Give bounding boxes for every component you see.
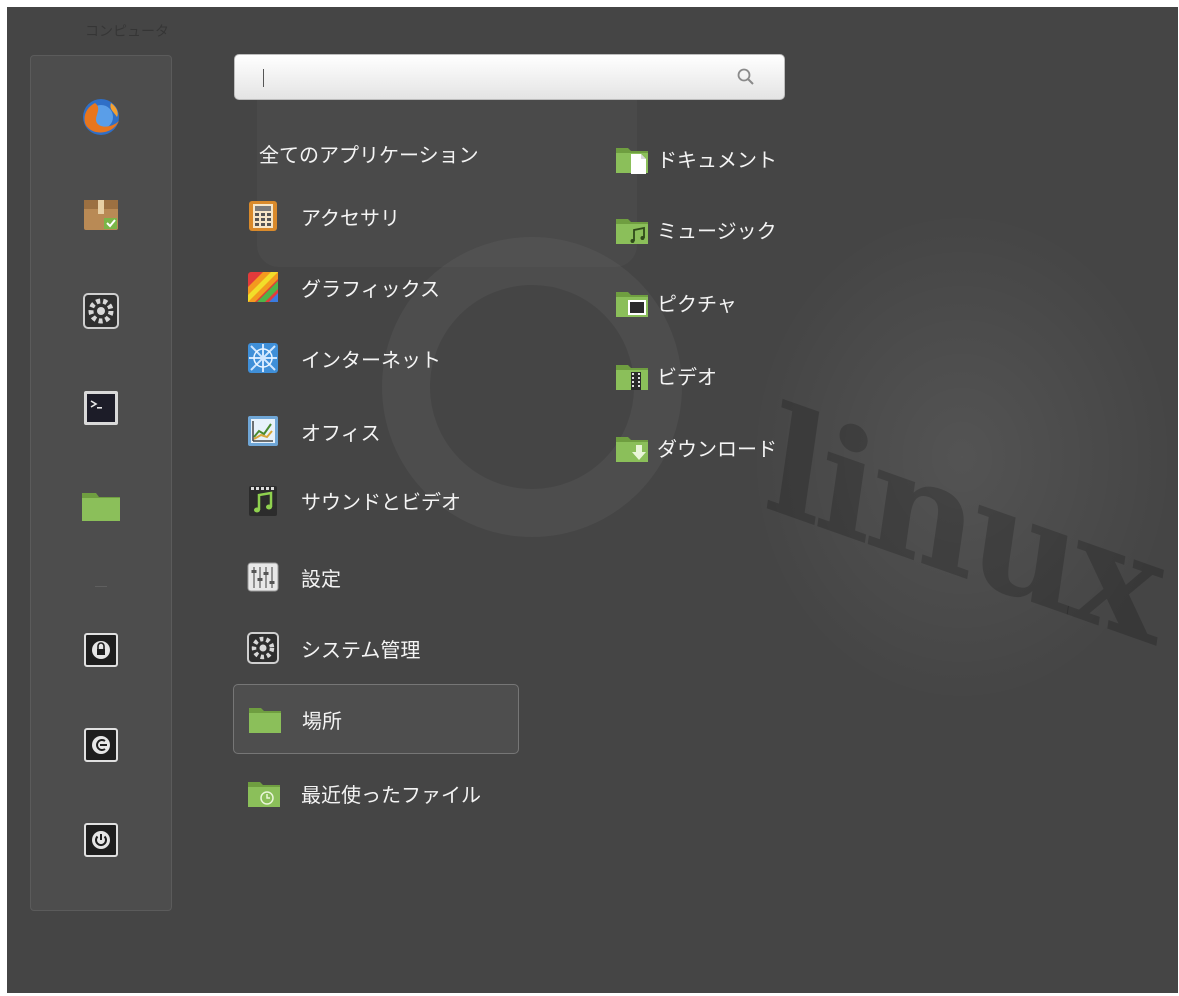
- search-box[interactable]: [234, 54, 785, 100]
- favorites-sidebar: [30, 55, 172, 911]
- favorite-system-settings[interactable]: [77, 287, 125, 335]
- category-label: 場所: [302, 708, 342, 733]
- category-label: インターネット: [301, 347, 441, 372]
- package-icon: [81, 194, 121, 234]
- place-pictures[interactable]: ピクチャ: [615, 280, 815, 324]
- graphics-icon: [247, 271, 279, 303]
- favorite-terminal[interactable]: [77, 384, 125, 432]
- favorite-shutdown[interactable]: [77, 816, 125, 864]
- category-recent-files[interactable]: 最近使ったファイル: [233, 759, 519, 827]
- place-videos[interactable]: ビデオ: [615, 353, 815, 397]
- power-icon: [83, 822, 119, 858]
- category-label: システム管理: [301, 637, 421, 662]
- favorite-logout[interactable]: [77, 721, 125, 769]
- documents-folder-icon: [615, 142, 649, 176]
- favorite-files[interactable]: [77, 481, 125, 529]
- place-label: ミュージック: [657, 218, 777, 243]
- category-label: 設定: [301, 566, 341, 591]
- recent-folder-icon: [247, 777, 280, 809]
- place-label: ドキュメント: [657, 147, 777, 172]
- videos-folder-icon: [615, 359, 649, 393]
- office-icon: [247, 415, 279, 447]
- place-label: ビデオ: [657, 364, 717, 389]
- search-icon[interactable]: [736, 67, 756, 87]
- terminal-icon: [81, 388, 121, 428]
- firefox-icon: [81, 97, 121, 137]
- internet-icon: [247, 342, 279, 374]
- favorite-lock-screen[interactable]: [77, 626, 125, 674]
- lock-icon: [83, 632, 119, 668]
- folder-icon: [248, 703, 281, 735]
- category-accessories[interactable]: アクセサリ: [233, 182, 519, 250]
- category-label: 最近使ったファイル: [301, 782, 481, 807]
- music-folder-icon: [615, 213, 649, 247]
- calculator-icon: [247, 200, 279, 232]
- place-downloads[interactable]: ダウンロード: [615, 425, 815, 469]
- category-sound-and-video[interactable]: サウンドとビデオ: [233, 466, 519, 534]
- logout-icon: [83, 727, 119, 763]
- place-label: ダウンロード: [657, 436, 777, 461]
- category-graphics[interactable]: グラフィックス: [233, 253, 519, 321]
- application-menu: linux コンピュータ 全てのアプリケーション アクセサリ グラフィックス イ…: [7, 7, 1178, 993]
- favorite-software-manager[interactable]: [77, 190, 125, 238]
- pictures-folder-icon: [615, 286, 649, 320]
- favorite-firefox[interactable]: [77, 93, 125, 141]
- category-internet[interactable]: インターネット: [233, 324, 519, 392]
- place-documents[interactable]: ドキュメント: [615, 136, 815, 180]
- gear-icon: [81, 291, 121, 331]
- category-office[interactable]: オフィス: [233, 397, 519, 465]
- system-icon: [247, 632, 279, 664]
- place-label: ピクチャ: [657, 291, 737, 316]
- search-input[interactable]: [249, 63, 723, 93]
- category-all-applications[interactable]: 全てのアプリケーション: [233, 119, 519, 187]
- category-label: グラフィックス: [301, 276, 440, 301]
- category-system-administration[interactable]: システム管理: [233, 614, 519, 682]
- category-places[interactable]: 場所: [233, 684, 519, 754]
- category-label: サウンドとビデオ: [301, 489, 461, 514]
- text-cursor: [263, 69, 264, 87]
- category-label: アクセサリ: [301, 205, 400, 230]
- folder-icon: [80, 485, 122, 525]
- category-label: 全てのアプリケーション: [259, 142, 479, 167]
- faint-title: コンピュータ: [85, 24, 169, 40]
- settings-icon: [247, 561, 279, 593]
- category-label: オフィス: [301, 420, 381, 445]
- downloads-folder-icon: [615, 431, 649, 465]
- place-music[interactable]: ミュージック: [615, 207, 815, 251]
- favorites-separator: [95, 586, 107, 587]
- music-icon: [247, 484, 279, 516]
- category-settings[interactable]: 設定: [233, 543, 519, 611]
